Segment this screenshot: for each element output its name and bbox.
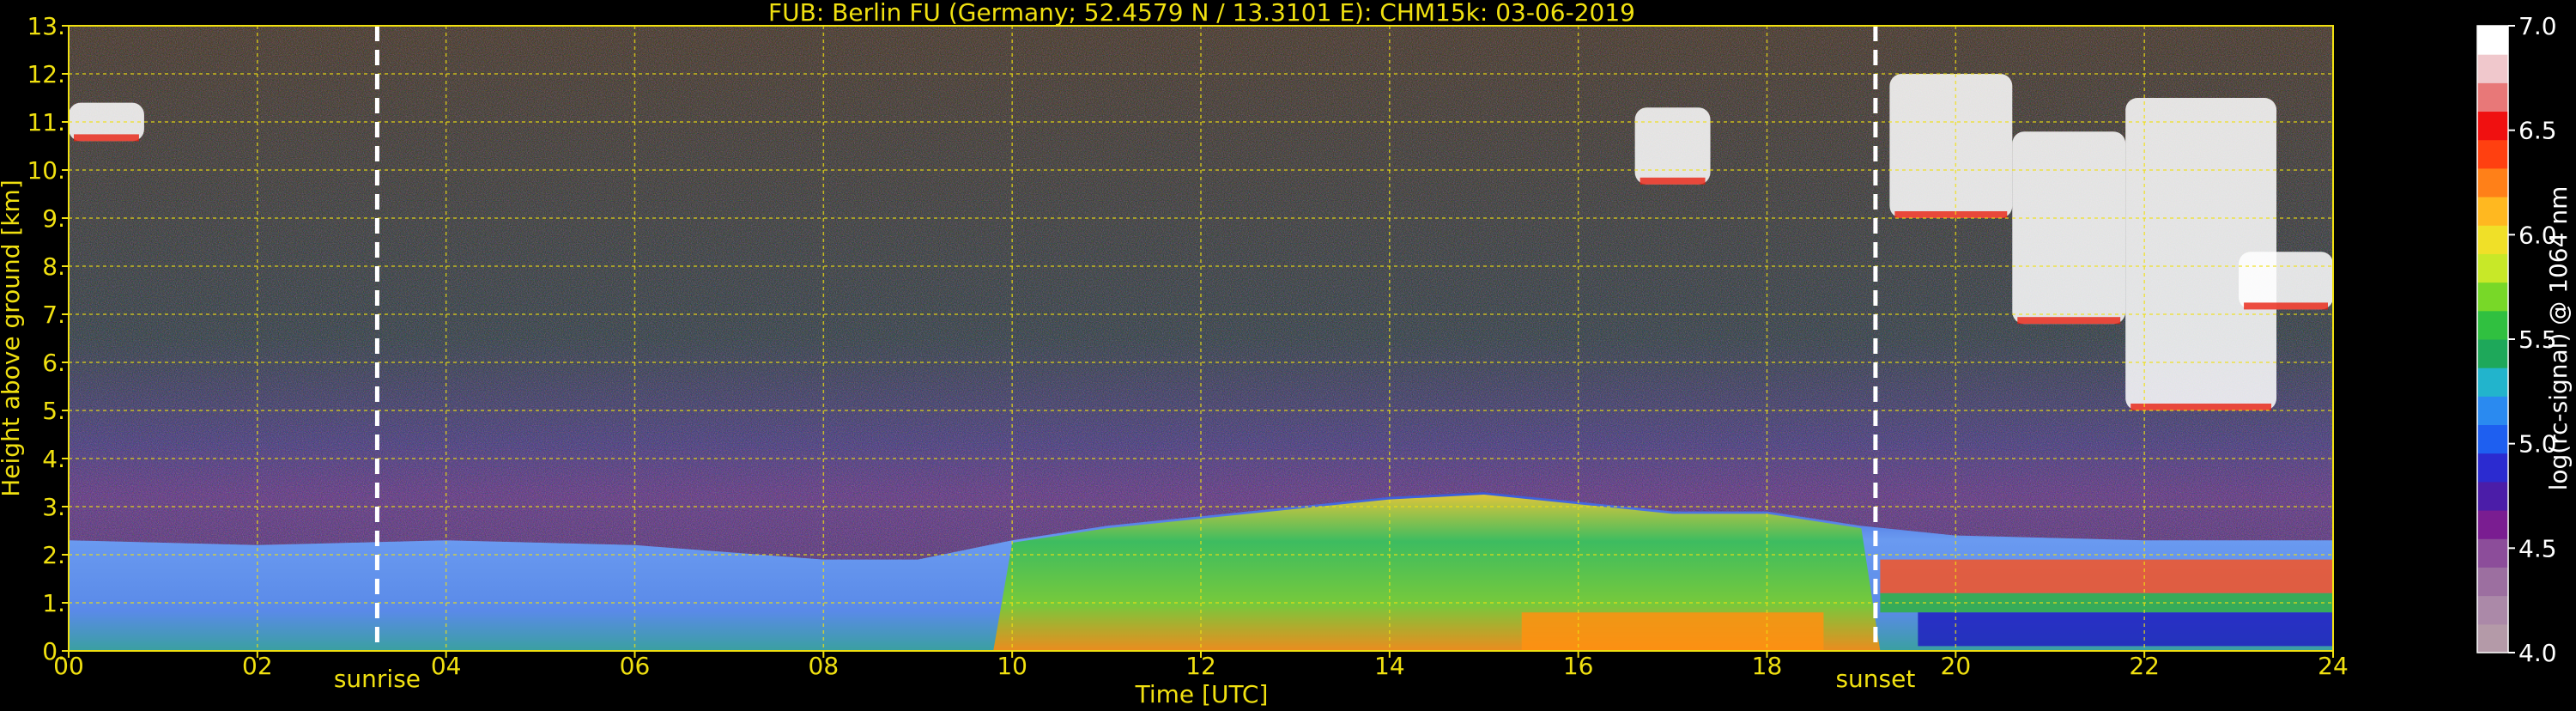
x-tick-label: 10 — [997, 652, 1027, 680]
residual-layer-upper — [1880, 559, 2333, 593]
cloud-base — [74, 134, 139, 142]
colorbar-segment — [2477, 538, 2508, 568]
y-tick-label: 10. — [27, 156, 65, 185]
colorbar-segment — [2477, 567, 2508, 597]
cloud-base — [2131, 404, 2272, 410]
ceilometer-figure: sunrise sunset 00 02 04 06 08 10 12 14 16 18 20 22 24 0… — [0, 0, 2576, 708]
y-tick-label: 9. — [42, 204, 65, 233]
residual-layer-middle — [1880, 592, 2333, 613]
colorbar-tick-label: 6.5 — [2518, 117, 2557, 145]
colorbar-segment — [2477, 310, 2508, 340]
surface-aerosol — [1521, 612, 1824, 651]
y-tick-label: 4. — [42, 445, 65, 473]
colorbar-segment — [2477, 26, 2508, 55]
y-tick-label: 7. — [42, 301, 65, 329]
x-tick-label: 08 — [809, 652, 839, 680]
x-tick-label: 12 — [1185, 652, 1216, 680]
sunrise-label: sunrise — [334, 665, 421, 693]
cloud-base — [1640, 177, 1706, 185]
cloud-patch — [2012, 131, 2126, 325]
chart-svg: sunrise sunset00 02 04 06 08 10 12 14 16 18 20 22 240… — [0, 0, 2573, 708]
colorbar-label: log(rc-signal) @ 1064 nm — [2544, 186, 2573, 491]
colorbar-segment — [2477, 481, 2508, 511]
colorbar-segment — [2477, 595, 2508, 625]
cloud-patch — [1889, 74, 2013, 218]
colorbar-segment — [2477, 167, 2508, 198]
x-tick-label: 06 — [620, 652, 651, 680]
colorbar-tick-label: 4.0 — [2518, 639, 2557, 667]
x-tick-label: 14 — [1374, 652, 1405, 680]
y-tick-label: 6. — [42, 349, 65, 377]
colorbar-segment — [2477, 197, 2508, 226]
colorbar-segment — [2477, 623, 2508, 653]
y-tick-label: 5. — [42, 397, 65, 425]
sunset-label: sunset — [1835, 665, 1915, 693]
y-tick-label: 11. — [27, 108, 65, 137]
x-tick-label: 22 — [2129, 652, 2160, 680]
cloud-base — [2244, 302, 2328, 310]
colorbar-segment — [2477, 54, 2508, 83]
residual-layer-lower — [1918, 612, 2333, 647]
cloud-patch — [1634, 107, 1711, 185]
x-tick-label: 24 — [2318, 652, 2349, 680]
colorbar-segment — [2477, 282, 2508, 312]
colorbar-segment — [2477, 424, 2508, 454]
colorbar-segment — [2477, 111, 2508, 141]
x-tick-label: 04 — [431, 652, 462, 680]
y-tick-label: 0. — [42, 637, 65, 665]
chart-title: FUB: Berlin FU (Germany; 52.4579 N / 13.… — [768, 0, 1635, 27]
y-tick-label: 8. — [42, 252, 65, 281]
cloud-base — [2017, 317, 2121, 325]
colorbar-segment — [2477, 396, 2508, 426]
colorbar-segment — [2477, 368, 2508, 397]
y-tick-label: 1. — [42, 589, 65, 617]
colorbar-segment — [2477, 225, 2508, 254]
colorbar-segment — [2477, 253, 2508, 283]
x-tick-label: 20 — [1941, 652, 1972, 680]
colorbar-segment — [2477, 139, 2508, 169]
x-tick-label: 16 — [1563, 652, 1594, 680]
x-tick-label: 02 — [242, 652, 273, 680]
y-tick-label: 3. — [42, 493, 65, 521]
colorbar: 4.04.55.05.56.06.57.0log(rc-signal) @ 10… — [2476, 12, 2573, 667]
y-tick-label: 12. — [27, 60, 65, 88]
colorbar-segment — [2477, 339, 2508, 368]
colorbar-segment — [2477, 453, 2508, 483]
x-axis-label: Time [UTC] — [1135, 680, 1269, 708]
colorbar-tick-label: 4.5 — [2518, 534, 2557, 562]
y-tick-label: 2. — [42, 541, 65, 569]
colorbar-segment — [2477, 510, 2508, 539]
y-tick-label: 13. — [27, 12, 65, 40]
cloud-base — [1894, 211, 2008, 218]
y-axis-label: Height above ground [km] — [0, 179, 25, 497]
x-tick-label: 18 — [1752, 652, 1783, 680]
cloud-patch — [2239, 252, 2333, 310]
colorbar-segment — [2477, 82, 2508, 112]
colorbar-tick-label: 7.0 — [2518, 12, 2557, 40]
